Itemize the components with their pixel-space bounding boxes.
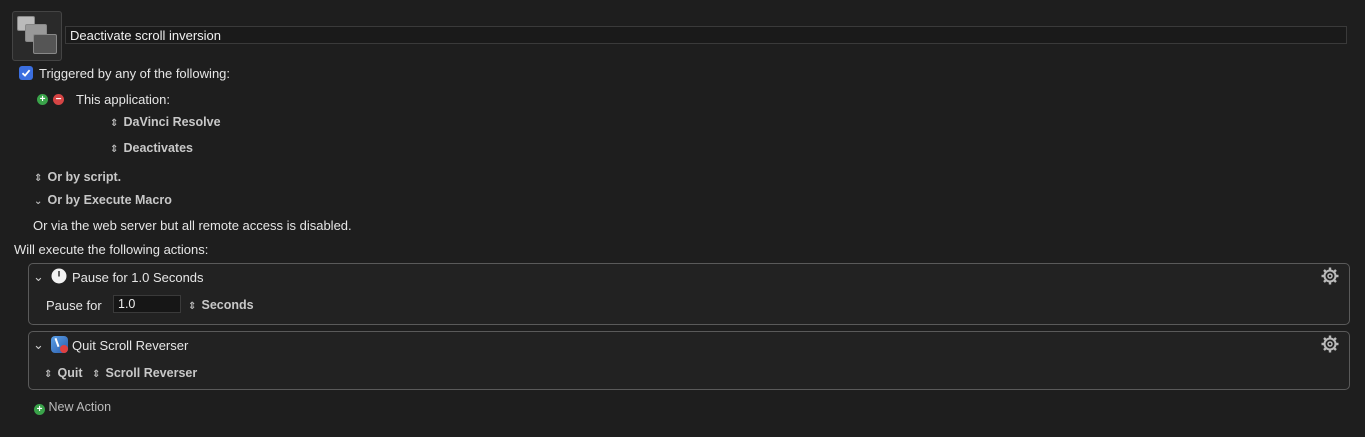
new-action-button[interactable]: + New Action	[34, 400, 112, 415]
clock-icon	[51, 268, 67, 284]
chevron-down-icon[interactable]: ⌄	[33, 337, 44, 353]
target-app-selector[interactable]: ⇕ Scroll Reverser	[92, 366, 197, 380]
triggered-checkbox[interactable]	[19, 66, 33, 80]
triggered-label: Triggered by any of the following:	[39, 66, 231, 81]
updown-icon: ⇕	[110, 118, 119, 129]
pause-duration-input[interactable]	[113, 295, 181, 313]
macro-group-icon[interactable]	[12, 11, 62, 61]
add-trigger-icon[interactable]: +	[37, 94, 48, 105]
app-selector[interactable]: ⇕ DaVinci Resolve	[110, 115, 221, 129]
app-name: DaVinci Resolve	[123, 115, 221, 129]
updown-icon: ⇕	[110, 144, 119, 155]
action-pause[interactable]	[28, 263, 1350, 325]
checkmark-icon	[21, 69, 31, 77]
remove-trigger-icon[interactable]: −	[53, 94, 64, 105]
app-trigger-label: This application:	[76, 92, 170, 107]
quit-verb-selector[interactable]: ⇕ Quit	[44, 366, 82, 380]
updown-icon: ⇕	[34, 173, 43, 184]
app-event-selector[interactable]: ⇕ Deactivates	[110, 141, 193, 155]
chevron-down-icon[interactable]: ⌄	[33, 269, 44, 285]
gear-icon[interactable]	[1321, 335, 1339, 353]
action-quit[interactable]	[28, 331, 1350, 390]
action-title: Pause for 1.0 Seconds	[72, 270, 204, 285]
quit-app-icon	[51, 336, 68, 353]
unit-label: Seconds	[201, 298, 254, 312]
gear-icon[interactable]	[1321, 267, 1339, 285]
updown-icon: ⇕	[188, 301, 197, 312]
updown-icon: ⇕	[44, 369, 53, 380]
or-by-script-label: Or by script.	[47, 170, 122, 184]
quit-verb: Quit	[57, 366, 83, 380]
or-by-execute-macro-label: Or by Execute Macro	[47, 193, 172, 207]
pause-field-label: Pause for	[46, 298, 102, 313]
or-by-execute-macro-toggle[interactable]: ⌄ Or by Execute Macro	[34, 193, 172, 207]
target-app: Scroll Reverser	[105, 366, 198, 380]
updown-icon: ⇕	[92, 369, 101, 380]
or-by-script-toggle[interactable]: ⇕ Or by script.	[34, 170, 121, 184]
chevron-down-icon: ⌄	[34, 196, 43, 207]
app-event: Deactivates	[123, 141, 193, 155]
unit-selector[interactable]: ⇕ Seconds	[188, 298, 254, 312]
macro-name-field[interactable]	[65, 26, 1347, 44]
action-title: Quit Scroll Reverser	[72, 338, 189, 353]
web-server-note: Or via the web server but all remote acc…	[33, 218, 352, 233]
actions-header: Will execute the following actions:	[14, 242, 209, 257]
new-action-label: New Action	[48, 400, 112, 414]
add-icon: +	[34, 404, 45, 415]
